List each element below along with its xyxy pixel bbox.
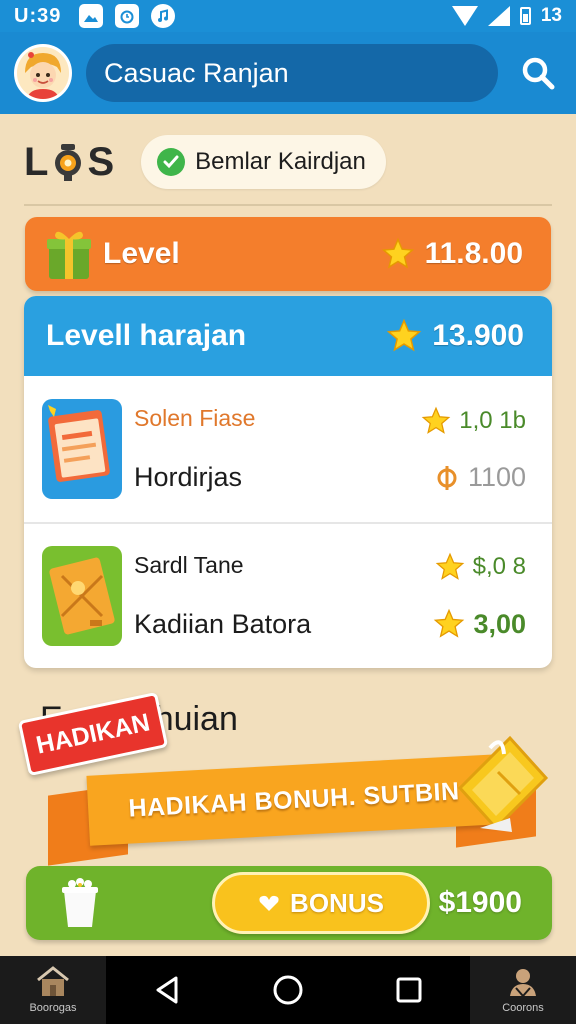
list-item-text: Sardl Tane Kadiian Batora <box>134 552 311 640</box>
list-item-values: 1,0 1b 1100 <box>421 406 526 493</box>
promo-banner-text: HADIKAH BONUH. SUTBIN <box>127 776 461 823</box>
promo-badge-text: HADIKAN <box>33 707 153 760</box>
back-button[interactable] <box>143 966 191 1014</box>
list-item-value-1: $,0 8 <box>435 552 526 582</box>
home-icon <box>37 966 69 996</box>
card-header[interactable]: Levell harajan 13.900 <box>24 296 552 376</box>
music-icon <box>151 4 176 28</box>
card-value-text: 13.900 <box>432 319 524 352</box>
level-value-text: 11.8.00 <box>424 237 523 270</box>
battery-text: 13 <box>540 5 562 26</box>
level-label: Level <box>103 237 180 270</box>
list-item-value-1: 1,0 1b <box>421 406 526 436</box>
coin-icon <box>437 466 457 490</box>
list-item-sub: Sardl Tane <box>134 552 244 578</box>
search-input-text: Casuac Ranjan <box>104 57 289 88</box>
bonus-button-label: BONUS <box>290 887 384 918</box>
profile-chip-label: Bemlar Kairdjan <box>195 148 366 175</box>
notification-icons <box>79 4 176 28</box>
image-icon <box>79 4 104 28</box>
bonus-bar: BONUS $1900 <box>26 866 552 940</box>
star-icon <box>387 318 422 352</box>
title-row: L S Bemlar Kairdjan <box>24 128 554 196</box>
divider <box>24 204 552 206</box>
alarm-icon <box>115 4 140 28</box>
list-item-sub: Solen Fiase <box>134 405 256 431</box>
check-icon <box>157 148 186 176</box>
search-input[interactable]: Casuac Ranjan <box>86 44 498 102</box>
gift-icon <box>47 231 91 279</box>
nav-center <box>106 966 470 1014</box>
bonus-amount: $1900 <box>438 886 522 919</box>
list-item-value-1-text: $,0 8 <box>472 553 526 580</box>
list-item[interactable]: Solen Fiase Hordirjas 1,0 1b 1100 <box>24 376 552 522</box>
bonus-button[interactable]: BONUS <box>212 872 430 934</box>
recents-button[interactable] <box>385 966 433 1014</box>
list-item[interactable]: Sardl Tane Kadiian Batora $,0 8 3,00 <box>24 522 552 668</box>
avatar[interactable] <box>14 44 72 102</box>
list-item-main: Hordirjas <box>134 462 243 492</box>
search-icon <box>522 57 555 90</box>
person-icon <box>510 969 536 998</box>
back-icon <box>156 976 178 1004</box>
star-icon <box>435 552 464 580</box>
document-folder-icon <box>42 399 122 499</box>
app-logo: L S <box>24 140 115 185</box>
signal-icon <box>487 6 510 26</box>
card-title: Levell harajan <box>46 319 247 352</box>
list-item-value-2: 3,00 <box>433 608 526 640</box>
search-button[interactable] <box>518 53 558 93</box>
nav-home-label: Boorogas <box>29 1002 77 1014</box>
logo-letter-left: L <box>24 139 50 184</box>
home-button[interactable] <box>264 966 312 1014</box>
profile-chip[interactable]: Bemlar Kairdjan <box>141 135 386 189</box>
avatar-icon <box>17 47 69 99</box>
cup-icon <box>62 878 98 927</box>
level-card: Levell harajan 13.900 Solen Fiase Hordir… <box>24 296 552 668</box>
promo-banner[interactable]: HADIKAH BONUH. SUTBIN <box>86 754 502 846</box>
status-time: U:39 <box>14 4 62 27</box>
card-value: 13.900 <box>386 318 524 354</box>
app-header: Casuac Ranjan <box>0 32 576 114</box>
star-icon <box>381 237 414 269</box>
list-item-value-2-text: 1100 <box>467 461 526 492</box>
star-icon <box>421 406 451 434</box>
list-item-value-2: 1100 <box>434 462 526 493</box>
level-value: 11.8.00 <box>381 237 523 271</box>
list-item-value-2-text: 3,00 <box>473 608 526 639</box>
square-icon <box>396 977 422 1003</box>
list-item-text: Solen Fiase Hordirjas <box>134 405 255 493</box>
nav-home-tab[interactable]: Boorogas <box>0 956 106 1024</box>
star-icon <box>434 608 465 638</box>
logo-letter-right: S <box>87 139 116 184</box>
status-right: 13 <box>451 5 562 27</box>
nav-profile-label: Coorons <box>502 1002 544 1014</box>
promo-heading-right: huian <box>154 700 238 738</box>
list-item-values: $,0 8 3,00 <box>433 552 526 640</box>
wifi-icon <box>451 6 478 26</box>
level-bar[interactable]: Level 11.8.00 <box>25 217 551 291</box>
lock-icon <box>55 144 82 181</box>
system-nav-bar: Boorogas Coorons <box>0 956 576 1024</box>
heart-icon <box>259 895 279 911</box>
circle-icon <box>273 975 303 1005</box>
battery-icon <box>519 7 531 25</box>
nav-profile-tab[interactable]: Coorons <box>470 956 576 1024</box>
list-item-value-1-text: 1,0 1b <box>459 406 526 434</box>
list-item-main: Kadiian Batora <box>134 609 312 639</box>
status-bar: U:39 13 <box>0 0 576 32</box>
gift-box-icon <box>457 735 549 832</box>
ticket-folder-icon <box>42 546 122 646</box>
